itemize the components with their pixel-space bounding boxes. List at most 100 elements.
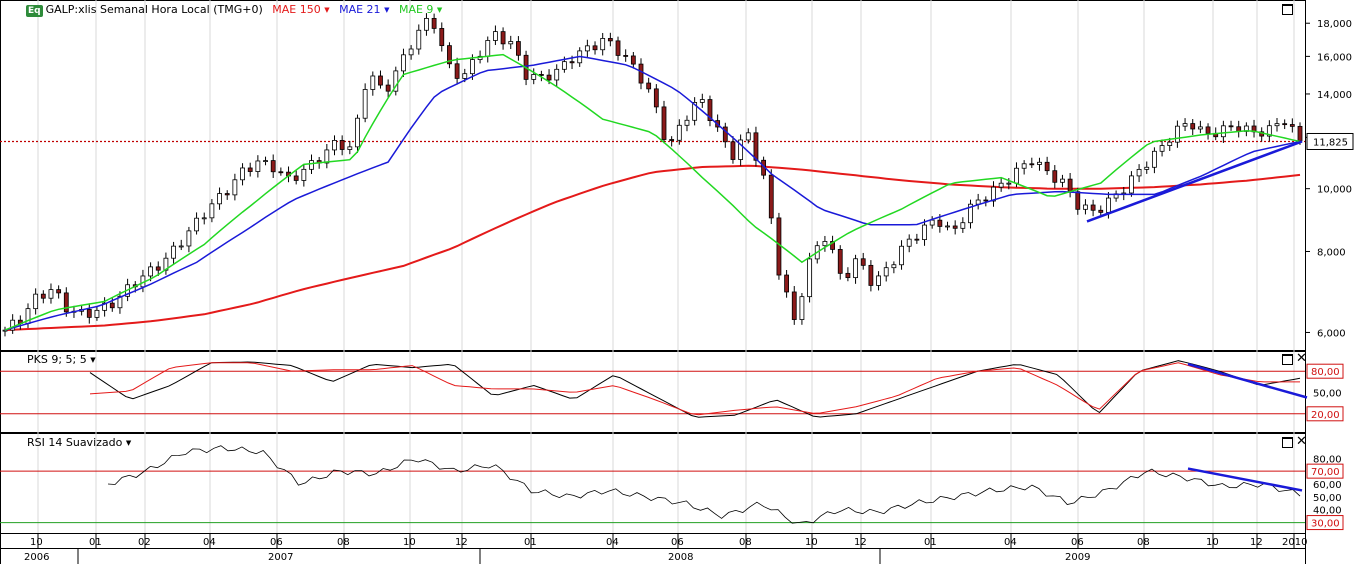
panel-frame bbox=[0, 433, 1306, 534]
price-tick-label: 8,000 bbox=[1317, 247, 1346, 258]
candle-body bbox=[86, 309, 92, 318]
candle-body bbox=[799, 296, 805, 320]
candle-body bbox=[209, 203, 215, 219]
candle-body bbox=[906, 238, 912, 247]
price-trendline bbox=[1086, 140, 1303, 223]
candle-body bbox=[653, 88, 659, 108]
candle-body bbox=[439, 28, 445, 47]
candle-body bbox=[332, 140, 337, 151]
year-label: 2007 bbox=[268, 552, 293, 563]
pks-legend[interactable]: PKS 9; 5; 5 ▼ bbox=[27, 353, 96, 366]
candle-body bbox=[370, 75, 376, 90]
candle-body bbox=[408, 48, 414, 56]
candle-body bbox=[385, 84, 391, 92]
year-label: 2006 bbox=[24, 552, 49, 563]
ma21-line bbox=[4, 55, 1301, 331]
rsi-legend[interactable]: RSI 14 Suavizado ▼ bbox=[27, 436, 131, 449]
candle-body bbox=[1052, 170, 1058, 183]
candle-body bbox=[899, 245, 904, 266]
rsi-tick-label: 80,00 bbox=[1313, 454, 1342, 465]
ma150-legend[interactable]: MAE 150 ▼ bbox=[272, 3, 329, 16]
pks-tick-label: 50,00 bbox=[1313, 389, 1342, 400]
candle-body bbox=[876, 275, 881, 286]
candle-body bbox=[171, 245, 176, 259]
price-tick-label: 18,000 bbox=[1317, 19, 1352, 30]
chevron-down-icon[interactable]: ▼ bbox=[437, 6, 442, 14]
candle-body bbox=[1083, 204, 1088, 210]
price-tick-label: 16,000 bbox=[1317, 52, 1352, 63]
candle-body bbox=[1014, 167, 1019, 184]
candle-body bbox=[1289, 124, 1295, 127]
candles-layer bbox=[2, 13, 1303, 337]
rsi-tick-label: 50,00 bbox=[1313, 493, 1342, 504]
candle-body bbox=[378, 75, 383, 86]
month-label: 04 bbox=[203, 537, 216, 548]
candle-body bbox=[493, 31, 498, 41]
candle-body bbox=[1106, 197, 1111, 213]
pks-series-line bbox=[89, 360, 1301, 418]
candle-body bbox=[807, 258, 812, 298]
candle-body bbox=[592, 45, 598, 51]
chevron-down-icon[interactable]: ▼ bbox=[126, 439, 131, 447]
pks-level-label: 20,00 bbox=[1311, 410, 1340, 421]
month-label: 08 bbox=[1137, 537, 1150, 548]
candle-body bbox=[960, 222, 966, 229]
axis-layer: 6,0008,00010,00012,00014,00016,00018,000… bbox=[24, 19, 1354, 564]
indicator-lines-layer bbox=[0, 360, 1305, 524]
month-label: 12 bbox=[854, 537, 867, 548]
month-label: 06 bbox=[671, 537, 684, 548]
candle-body bbox=[1274, 123, 1280, 127]
month-label: 2010 bbox=[1282, 537, 1307, 548]
candle-body bbox=[1006, 182, 1012, 185]
maximize-icon[interactable] bbox=[1282, 4, 1293, 15]
ma21-layer bbox=[4, 55, 1301, 331]
candle-body bbox=[247, 167, 253, 172]
rsi-trendline bbox=[1187, 467, 1303, 492]
month-label: 04 bbox=[606, 537, 619, 548]
maximize-icon[interactable] bbox=[1282, 354, 1293, 365]
panel-frame bbox=[0, 351, 1306, 433]
month-label: 08 bbox=[739, 537, 752, 548]
chevron-down-icon[interactable]: ▼ bbox=[384, 6, 389, 14]
symbol-label[interactable]: GALP:xlis Semanal Hora Local (TMG+0) bbox=[46, 3, 263, 16]
close-icon[interactable]: ✕ bbox=[1296, 352, 1307, 365]
candle-body bbox=[1060, 178, 1065, 183]
candle-body bbox=[255, 160, 261, 172]
candle-body bbox=[186, 230, 192, 247]
candle-body bbox=[699, 99, 705, 103]
ma9-line bbox=[4, 53, 1301, 331]
chevron-down-icon[interactable]: ▼ bbox=[90, 356, 95, 364]
candle-body bbox=[1067, 178, 1073, 193]
candle-body bbox=[1174, 125, 1180, 143]
candle-body bbox=[569, 61, 575, 64]
candle-body bbox=[309, 160, 314, 170]
candle-body bbox=[822, 241, 828, 247]
candle-body bbox=[646, 82, 652, 90]
candle-body bbox=[1282, 123, 1288, 126]
candle-body bbox=[929, 219, 935, 226]
equity-badge: Eq bbox=[26, 5, 43, 17]
candle-body bbox=[462, 73, 468, 79]
candle-body bbox=[293, 175, 299, 181]
month-label: 10 bbox=[403, 537, 416, 548]
candle-body bbox=[324, 149, 330, 164]
month-label: 08 bbox=[337, 537, 350, 548]
maximize-icon[interactable] bbox=[1282, 437, 1293, 448]
month-label: 10 bbox=[805, 537, 818, 548]
candle-body bbox=[94, 309, 100, 318]
candle-body bbox=[860, 258, 866, 266]
ma21-legend[interactable]: MAE 21 ▼ bbox=[339, 3, 389, 16]
candle-body bbox=[607, 38, 613, 42]
candle-body bbox=[232, 179, 238, 196]
pks-level-label: 80,00 bbox=[1311, 367, 1340, 378]
candle-body bbox=[623, 55, 629, 57]
month-label: 06 bbox=[270, 537, 283, 548]
candle-body bbox=[1159, 145, 1165, 152]
close-icon[interactable]: ✕ bbox=[1296, 435, 1307, 448]
ma9-legend[interactable]: MAE 9 ▼ bbox=[399, 3, 442, 16]
candle-body bbox=[615, 40, 621, 56]
candle-body bbox=[485, 40, 491, 57]
chart-canvas: 6,0008,00010,00012,00014,00016,00018,000… bbox=[0, 0, 1354, 564]
chevron-down-icon[interactable]: ▼ bbox=[324, 6, 329, 14]
candle-body bbox=[845, 272, 851, 279]
